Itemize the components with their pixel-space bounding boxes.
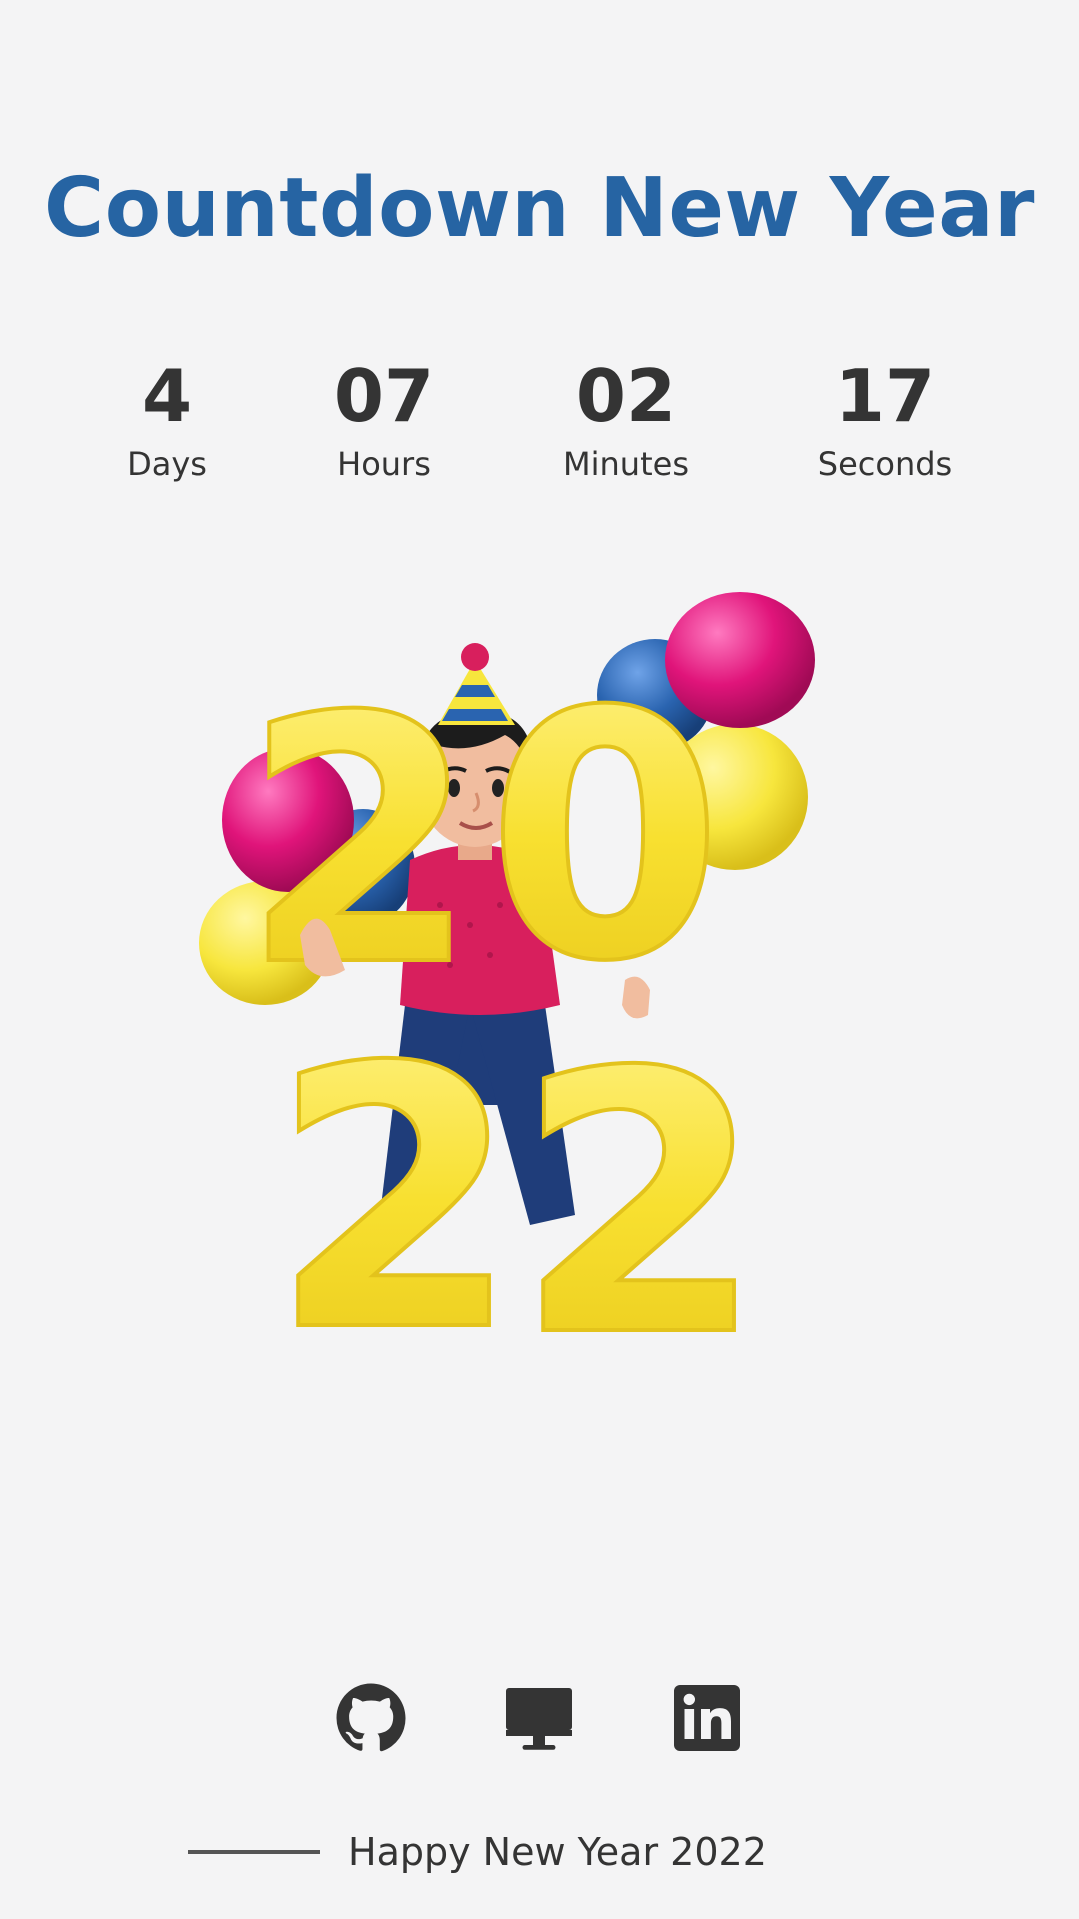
desktop-icon[interactable] [502, 1682, 576, 1754]
days-value: 4 [141, 354, 193, 438]
countdown-minutes: 02 Minutes [506, 360, 746, 480]
countdown-hours: 07 Hours [264, 360, 504, 480]
year-digits-bottom: 2 2 [268, 989, 768, 1345]
seconds-label: Seconds [817, 445, 953, 483]
new-year-2022-illustration: 2 0 2 2 [199, 592, 815, 1345]
footer: Happy New Year 2022 [188, 1828, 767, 1876]
hours-value: 07 [333, 354, 435, 438]
digit-2-top: 2 [242, 645, 479, 1041]
countdown-seconds: 17 Seconds [765, 360, 1005, 480]
countdown-days: 4 Days [47, 360, 287, 480]
footer-text: Happy New Year 2022 [348, 1830, 767, 1874]
digit-0: 0 [487, 640, 724, 1036]
page-title: Countdown New Year [44, 161, 1035, 256]
minutes-value: 02 [575, 354, 677, 438]
digit-2-third: 2 [270, 991, 521, 1345]
hours-label: Hours [337, 445, 431, 483]
digit-2-fourth: 2 [515, 996, 766, 1345]
linkedin-icon[interactable] [670, 1682, 744, 1754]
countdown-timer: 4 Days 07 Hours 02 Minutes 17 Seconds [0, 360, 1079, 500]
social-links [0, 1682, 1079, 1754]
days-label: Days [127, 445, 207, 483]
github-icon[interactable] [334, 1682, 408, 1754]
footer-divider-line [188, 1850, 320, 1854]
seconds-value: 17 [834, 354, 936, 438]
minutes-label: Minutes [563, 445, 689, 483]
